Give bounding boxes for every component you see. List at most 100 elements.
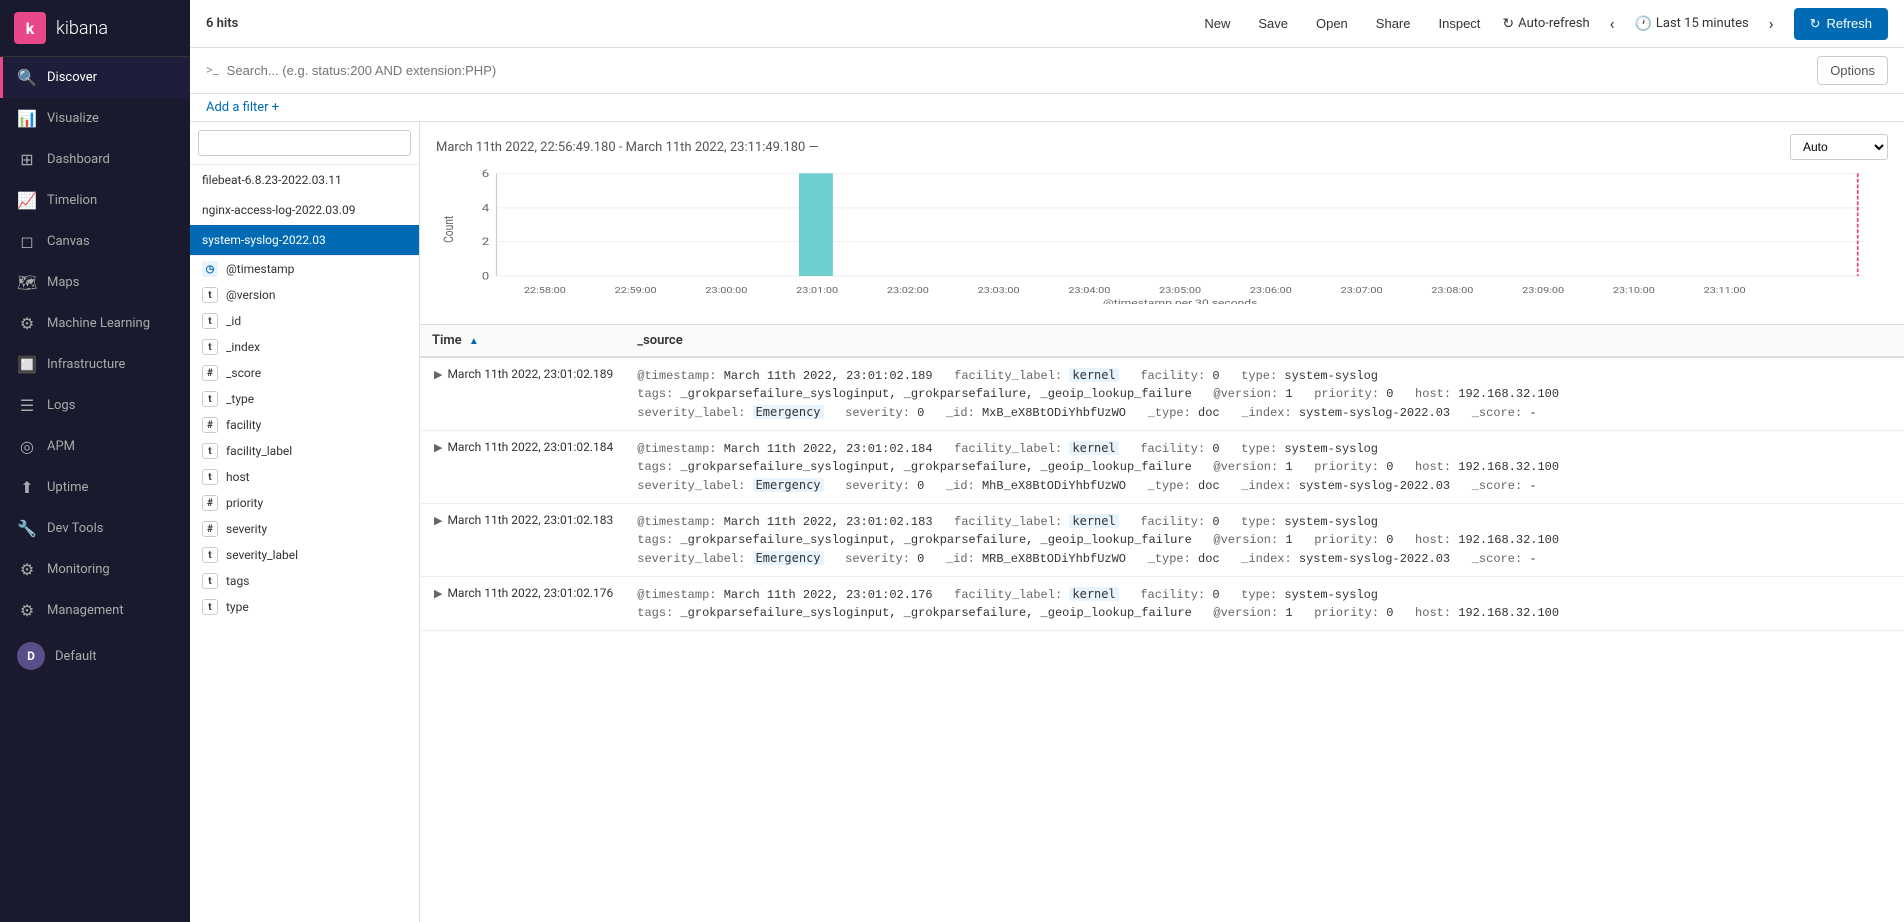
- source-column-header: _source: [625, 325, 1904, 357]
- table-row: ▶ March 11th 2022, 23:01:02.189 @timesta…: [420, 357, 1904, 431]
- sidebar-item-dashboard[interactable]: ⊞ Dashboard: [0, 139, 190, 180]
- options-button[interactable]: Options: [1817, 56, 1888, 85]
- result-time: ▶ March 11th 2022, 23:01:02.183: [420, 504, 625, 577]
- prev-time-arrow[interactable]: ‹: [1606, 12, 1619, 35]
- time-column-header[interactable]: Time ▲: [420, 325, 625, 357]
- sidebar-item-ml[interactable]: ⚙ Machine Learning: [0, 303, 190, 344]
- field-type-number: #: [202, 495, 218, 511]
- sidebar-item-visualize[interactable]: 📊 Visualize: [0, 98, 190, 139]
- sidebar-item-maps[interactable]: 🗺 Maps: [0, 262, 190, 303]
- field-item-facility[interactable]: # facility: [190, 412, 419, 438]
- svg-text:22:59:00: 22:59:00: [615, 286, 657, 296]
- sidebar-item-infrastructure[interactable]: 🔲 Infrastructure: [0, 344, 190, 385]
- auto-refresh-toggle[interactable]: ↻ Auto-refresh: [1502, 16, 1589, 32]
- field-item-severity[interactable]: # severity: [190, 516, 419, 542]
- refresh-button[interactable]: ↻ Refresh: [1794, 8, 1888, 40]
- field-item-version[interactable]: t @version: [190, 282, 419, 308]
- sidebar-item-devtools[interactable]: 🔧 Dev Tools: [0, 508, 190, 549]
- field-search-area: [190, 122, 419, 165]
- field-item-score[interactable]: # _score: [190, 360, 419, 386]
- next-time-arrow[interactable]: ›: [1765, 12, 1778, 35]
- filter-bar: Add a filter +: [190, 94, 1904, 122]
- field-type-number: #: [202, 521, 218, 537]
- sidebar-item-default[interactable]: D Default: [0, 631, 190, 681]
- field-type-number: #: [202, 365, 218, 381]
- field-item-tags[interactable]: t tags: [190, 568, 419, 594]
- sidebar-label-infrastructure: Infrastructure: [47, 357, 125, 372]
- refresh-icon: ↻: [1502, 16, 1514, 32]
- sidebar-item-uptime[interactable]: ⬆ Uptime: [0, 467, 190, 508]
- svg-text:23:06:00: 23:06:00: [1250, 286, 1292, 296]
- discover-icon: 🔍: [17, 68, 37, 87]
- sidebar: k kibana 🔍 Discover 📊 Visualize ⊞ Dashbo…: [0, 0, 190, 922]
- sidebar-item-canvas[interactable]: ◻ Canvas: [0, 221, 190, 262]
- monitoring-icon: ⚙: [17, 560, 37, 579]
- expand-row-button[interactable]: ▶: [432, 512, 444, 529]
- search-prompt-icon: >_: [206, 63, 219, 78]
- expand-row-button[interactable]: ▶: [432, 585, 444, 602]
- time-range-label: Last 15 minutes: [1656, 16, 1749, 31]
- field-item-index[interactable]: t _index: [190, 334, 419, 360]
- expand-row-button[interactable]: ▶: [432, 366, 444, 383]
- field-name: @version: [226, 288, 276, 302]
- sidebar-item-management[interactable]: ⚙ Management: [0, 590, 190, 631]
- field-type-text: t: [202, 443, 218, 459]
- clock-icon: 🕐: [1634, 16, 1651, 32]
- svg-text:0: 0: [482, 270, 489, 282]
- svg-text:23:01:00: 23:01:00: [796, 286, 838, 296]
- field-item-type[interactable]: t _type: [190, 386, 419, 412]
- add-filter-button[interactable]: Add a filter +: [206, 100, 279, 115]
- inspect-button[interactable]: Inspect: [1433, 12, 1487, 35]
- field-item-priority[interactable]: # priority: [190, 490, 419, 516]
- svg-text:23:07:00: 23:07:00: [1341, 286, 1383, 296]
- uptime-icon: ⬆: [17, 478, 37, 497]
- sidebar-item-monitoring[interactable]: ⚙ Monitoring: [0, 549, 190, 590]
- share-button[interactable]: Share: [1370, 12, 1417, 35]
- main-area: 6 hits New Save Open Share Inspect ↻ Aut…: [190, 0, 1904, 922]
- sidebar-item-discover[interactable]: 🔍 Discover: [0, 57, 190, 98]
- svg-text:23:10:00: 23:10:00: [1613, 286, 1655, 296]
- sidebar-item-logs[interactable]: ☰ Logs: [0, 385, 190, 426]
- avatar: D: [17, 642, 45, 670]
- search-bar: >_ Options: [190, 48, 1904, 94]
- field-name: _type: [226, 392, 254, 406]
- topbar: 6 hits New Save Open Share Inspect ↻ Aut…: [190, 0, 1904, 48]
- field-item-type2[interactable]: t type: [190, 594, 419, 620]
- table-row: ▶ March 11th 2022, 23:01:02.184 @timesta…: [420, 431, 1904, 504]
- logo-area: k kibana: [0, 0, 190, 57]
- svg-text:6: 6: [482, 168, 490, 180]
- field-item-timestamp[interactable]: ◷ @timestamp: [190, 256, 419, 282]
- kibana-logo-icon: k: [14, 12, 46, 44]
- result-source: @timestamp: March 11th 2022, 23:01:02.17…: [625, 577, 1904, 631]
- sidebar-item-timelion[interactable]: 📈 Timelion: [0, 180, 190, 221]
- open-button[interactable]: Open: [1310, 12, 1354, 35]
- field-name: @timestamp: [226, 262, 294, 276]
- field-item-host[interactable]: t host: [190, 464, 419, 490]
- field-type-text: t: [202, 573, 218, 589]
- field-item-facility-label[interactable]: t facility_label: [190, 438, 419, 464]
- chart-header: March 11th 2022, 22:56:49.180 - March 11…: [436, 134, 1888, 160]
- search-input[interactable]: [227, 63, 1810, 78]
- field-name: host: [226, 470, 250, 484]
- new-button[interactable]: New: [1198, 12, 1236, 35]
- svg-text:23:05:00: 23:05:00: [1159, 286, 1201, 296]
- time-range-display[interactable]: 🕐 Last 15 minutes: [1634, 16, 1748, 32]
- interval-select[interactable]: Auto Millisecond Second Minute Hour: [1790, 134, 1888, 160]
- field-name: priority: [226, 496, 263, 510]
- save-button[interactable]: Save: [1252, 12, 1294, 35]
- expand-row-button[interactable]: ▶: [432, 439, 444, 456]
- infrastructure-icon: 🔲: [17, 355, 37, 374]
- index-item-syslog[interactable]: system-syslog-2022.03: [190, 225, 419, 255]
- auto-refresh-label: Auto-refresh: [1518, 16, 1589, 31]
- field-item-id[interactable]: t _id: [190, 308, 419, 334]
- content-area: filebeat-6.8.23-2022.03.11 nginx-access-…: [190, 122, 1904, 922]
- index-item-nginx[interactable]: nginx-access-log-2022.03.09: [190, 195, 419, 225]
- svg-text:Count: Count: [441, 216, 457, 243]
- field-search-input[interactable]: [198, 130, 411, 156]
- svg-text:23:09:00: 23:09:00: [1522, 286, 1564, 296]
- field-name: facility: [226, 418, 261, 432]
- svg-text:23:11:00: 23:11:00: [1704, 286, 1746, 296]
- index-item-filebeat[interactable]: filebeat-6.8.23-2022.03.11: [190, 165, 419, 195]
- sidebar-item-apm[interactable]: ◎ APM: [0, 426, 190, 467]
- field-item-severity-label[interactable]: t severity_label: [190, 542, 419, 568]
